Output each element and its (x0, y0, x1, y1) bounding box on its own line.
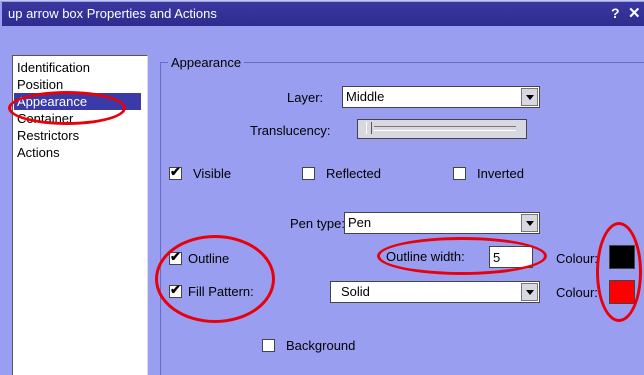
outline-checkbox[interactable]: ✔ (169, 249, 182, 265)
outline-width-value: 5 (493, 250, 501, 265)
check-icon: ✔ (170, 282, 181, 297)
pen-type-select[interactable]: Pen (344, 212, 540, 234)
window-title: up arrow box Properties and Actions (8, 6, 217, 21)
reflected-label: Reflected (326, 166, 381, 181)
category-list[interactable]: Identification Position Appearance Conta… (12, 55, 148, 375)
reflected-checkbox[interactable] (302, 167, 315, 180)
chevron-down-icon[interactable] (521, 88, 538, 106)
nav-item-identification[interactable]: Identification (17, 59, 90, 76)
appearance-group-caption: Appearance (168, 55, 245, 70)
fill-pattern-value: Solid (341, 284, 370, 299)
nav-item-appearance[interactable]: Appearance (14, 93, 141, 110)
layer-value: Middle (346, 89, 385, 104)
visible-label: Visible (193, 166, 232, 181)
translucency-slider[interactable] (357, 119, 527, 139)
nav-item-actions[interactable]: Actions (17, 144, 60, 161)
check-icon: ✔ (170, 249, 181, 264)
chevron-down-icon[interactable] (521, 283, 538, 301)
fill-pattern-label: Fill Pattern: (188, 284, 254, 299)
fill-pattern-select[interactable]: Solid (330, 281, 540, 303)
fill-pattern-checkbox[interactable]: ✔ (169, 282, 182, 298)
background-checkbox[interactable] (262, 339, 275, 352)
background-label: Background (286, 338, 356, 353)
nav-item-restrictors[interactable]: Restrictors (17, 127, 79, 144)
layer-select[interactable]: Middle (342, 86, 540, 108)
check-icon: ✔ (170, 164, 181, 179)
outline-colour-label: Colour: (556, 251, 598, 266)
title-bar: up arrow box Properties and Actions ? ✕ (2, 2, 644, 26)
help-icon[interactable]: ? (611, 5, 620, 21)
layer-label: Layer: (287, 90, 324, 105)
nav-item-container[interactable]: Container (17, 110, 73, 127)
outline-colour-swatch[interactable] (609, 245, 635, 269)
inverted-checkbox[interactable] (453, 167, 466, 180)
slider-track (374, 126, 516, 131)
visible-checkbox[interactable]: ✔ (169, 164, 182, 180)
pen-type-label: Pen type: (290, 216, 345, 231)
close-icon[interactable]: ✕ (628, 4, 641, 22)
translucency-label: Translucency: (250, 123, 331, 138)
pen-type-value: Pen (348, 215, 372, 230)
outline-label: Outline (188, 251, 230, 266)
chevron-down-icon[interactable] (521, 214, 538, 232)
fill-colour-label: Colour: (556, 285, 598, 300)
outline-width-field[interactable]: 5 (489, 246, 533, 268)
nav-item-position[interactable]: Position (17, 76, 63, 93)
slider-thumb[interactable] (366, 122, 372, 134)
inverted-label: Inverted (477, 166, 524, 181)
fill-colour-swatch[interactable] (609, 280, 635, 304)
outline-width-label: Outline width: (386, 249, 465, 264)
